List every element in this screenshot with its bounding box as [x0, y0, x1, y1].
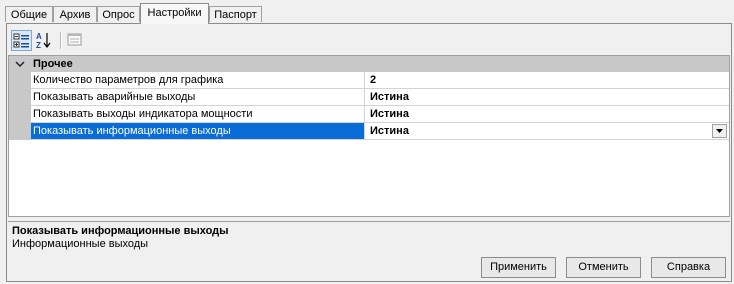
property-pages-button[interactable] — [65, 30, 86, 51]
property-name: Количество параметров для графика — [31, 72, 365, 88]
tab-label: Архив — [59, 9, 91, 21]
property-value[interactable]: Истина — [367, 123, 729, 139]
tab-passport[interactable]: Паспорт — [209, 6, 262, 22]
tab-label: Паспорт — [214, 9, 257, 21]
property-value[interactable]: Истина — [367, 89, 729, 105]
description-title: Показывать информационные выходы — [12, 225, 229, 237]
property-name: Показывать выходы индикатора мощности — [31, 106, 365, 122]
description-text: Информационные выходы — [12, 238, 149, 250]
svg-text:Z: Z — [36, 41, 41, 49]
category-label: Прочее — [33, 58, 73, 70]
property-value[interactable]: 2 — [367, 72, 729, 88]
tab-strip: Общие Архив Опрос Настройки Паспорт — [0, 0, 734, 24]
tab-archive[interactable]: Архив — [53, 6, 97, 22]
tab-label: Настройки — [147, 7, 202, 19]
tab-polling[interactable]: Опрос — [97, 6, 140, 22]
category-margin — [9, 72, 31, 140]
chevron-down-icon — [716, 129, 723, 133]
help-button[interactable]: Справка — [651, 257, 726, 278]
alphabetical-sort-icon: A Z — [36, 32, 51, 50]
property-pages-icon — [67, 33, 82, 46]
dropdown-button[interactable] — [712, 124, 727, 138]
categorized-sort-button[interactable] — [11, 30, 32, 51]
tab-label: Общие — [10, 9, 48, 21]
property-row[interactable]: Количество параметров для графика 2 — [31, 72, 729, 89]
svg-text:A: A — [36, 32, 42, 41]
property-name: Показывать аварийные выходы — [31, 89, 365, 105]
toolbar-separator — [60, 32, 62, 49]
settings-panel: A Z Прочее Количество параметров для гра… — [6, 23, 732, 282]
tab-label: Опрос — [102, 9, 135, 21]
property-name: Показывать информационные выходы — [31, 123, 365, 139]
property-row[interactable]: Показывать аварийные выходы Истина — [31, 89, 729, 106]
category-row[interactable]: Прочее — [9, 56, 729, 72]
property-grid: Прочее Количество параметров для графика… — [8, 55, 730, 217]
property-value[interactable]: Истина — [367, 106, 729, 122]
categorized-sort-icon — [13, 33, 29, 48]
cancel-button[interactable]: Отменить — [566, 257, 641, 278]
collapse-icon[interactable] — [13, 56, 27, 72]
property-row[interactable]: Показывать выходы индикатора мощности Ис… — [31, 106, 729, 123]
tab-general[interactable]: Общие — [5, 6, 53, 22]
alphabetical-sort-button[interactable]: A Z — [34, 30, 55, 51]
property-row-selected[interactable]: Показывать информационные выходы Истина — [31, 123, 729, 140]
apply-button[interactable]: Применить — [481, 257, 556, 278]
property-grid-toolbar: A Z — [7, 29, 731, 53]
tab-settings[interactable]: Настройки — [140, 3, 209, 24]
